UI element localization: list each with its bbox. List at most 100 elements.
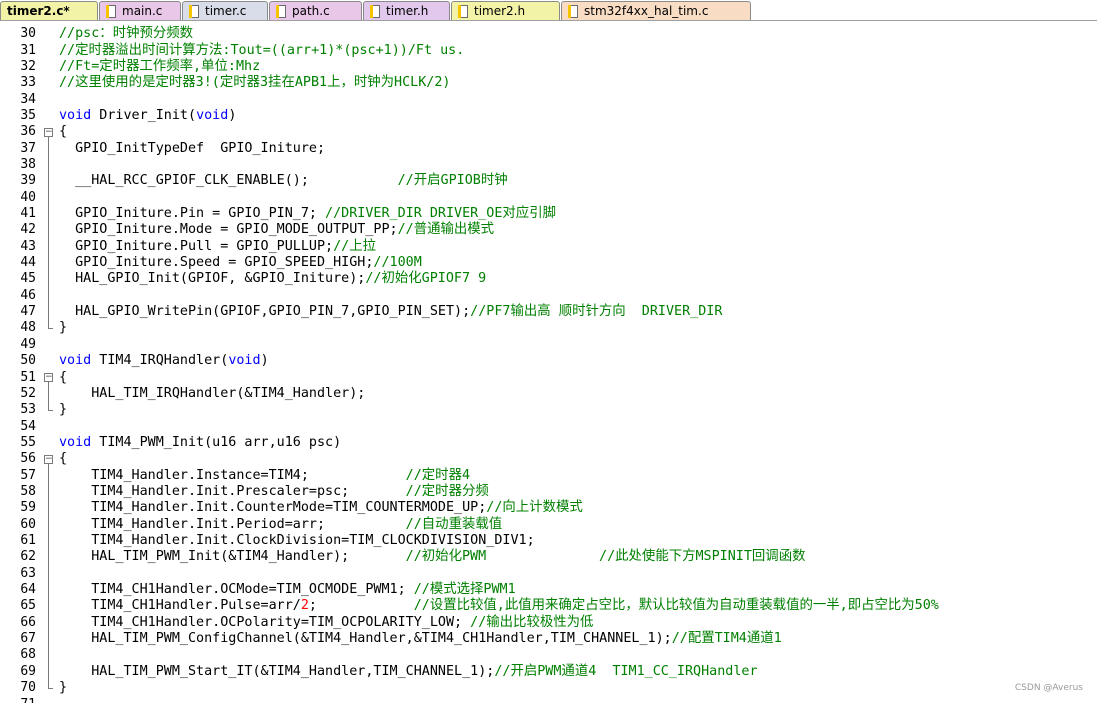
file-icon	[189, 4, 199, 18]
code-line[interactable]: 63	[0, 566, 1097, 582]
code-line[interactable]: 41 GPIO_Initure.Pin = GPIO_PIN_7; //DRIV…	[0, 206, 1097, 222]
code-line[interactable]: 33 //这里使用的是定时器3!(定时器3挂在APB1上，时钟为HCLK/2)	[0, 75, 1097, 91]
code-line[interactable]: 55 void TIM4_PWM_Init(u16 arr,u16 psc)	[0, 435, 1097, 451]
line-number: 57	[20, 467, 36, 483]
comment-token: //配置TIM4通道1	[671, 631, 782, 647]
code-line[interactable]: 66 TIM4_CH1Handler.OCPolarity=TIM_OCPOLA…	[0, 615, 1097, 631]
tab-label: timer.c	[205, 4, 247, 18]
line-number: 60	[20, 516, 36, 532]
code-line[interactable]: 61 TIM4_Handler.Init.ClockDivision=TIM_C…	[0, 533, 1097, 549]
code-editor[interactable]: 30 //psc：时钟预分频数 31 //定时器溢出时间计算方法:Tout=((arr…	[0, 21, 1097, 703]
code-token: {	[59, 369, 68, 385]
code-token: }	[59, 320, 68, 336]
fold-guide-line	[48, 463, 49, 688]
tab-timer2-c[interactable]: timer2.c*	[0, 1, 98, 20]
code-text: TIM4_Handler.Instance=TIM4; //定时器4	[59, 468, 470, 484]
code-text: GPIO_Initure.Pin = GPIO_PIN_7; //DRIVER_…	[59, 206, 556, 222]
code-line[interactable]: 62 HAL_TIM_PWM_Init(&TIM4_Handler); //初始…	[0, 549, 1097, 565]
code-line[interactable]: 34	[0, 91, 1097, 107]
line-number: 54	[20, 418, 36, 434]
keyword-token: void	[196, 107, 229, 123]
tab-stm32f4xx-hal-tim-c[interactable]: stm32f4xx_hal_tim.c	[561, 1, 751, 20]
line-number: 66	[20, 614, 36, 630]
line-number: 39	[20, 173, 36, 189]
code-line[interactable]: 44 GPIO_Initure.Speed = GPIO_SPEED_HIGH;…	[0, 255, 1097, 271]
code-line[interactable]: 49	[0, 337, 1097, 353]
tab-label: path.c	[292, 4, 330, 18]
code-line[interactable]: 56−{	[0, 451, 1097, 467]
line-number: 44	[20, 255, 36, 271]
code-line[interactable]: 45 HAL_GPIO_Init(GPIOF, &GPIO_Initure);/…	[0, 271, 1097, 287]
comment-token: //100M	[373, 255, 422, 271]
code-text: }	[59, 402, 67, 418]
code-line[interactable]: 60 TIM4_Handler.Init.Period=arr; //自动重装载…	[0, 517, 1097, 533]
code-line[interactable]: 54	[0, 418, 1097, 434]
code-token: HAL_TIM_PWM_Init(&TIM4_Handler);	[59, 549, 406, 565]
file-icon	[106, 4, 116, 18]
line-number: 65	[20, 598, 36, 614]
code-line[interactable]: 48}	[0, 320, 1097, 336]
line-number: 48	[20, 320, 36, 336]
code-line[interactable]: 57 TIM4_Handler.Instance=TIM4; //定时器4	[0, 467, 1097, 483]
code-line[interactable]: 70}	[0, 680, 1097, 696]
code-line[interactable]: 46	[0, 288, 1097, 304]
code-line[interactable]: 68	[0, 647, 1097, 663]
comment-token: //psc：时钟预分频数	[59, 26, 194, 42]
line-number: 68	[20, 647, 36, 663]
code-line[interactable]: 58 TIM4_Handler.Init.Prescaler=psc; //定时…	[0, 484, 1097, 500]
code-line[interactable]: 50 void TIM4_IRQHandler(void)	[0, 353, 1097, 369]
code-line[interactable]: 35 void Driver_Init(void)	[0, 108, 1097, 124]
code-line[interactable]: 43 GPIO_Initure.Pull = GPIO_PULLUP;//上拉	[0, 239, 1097, 255]
comment-token: //初始化GPIOF7 9	[365, 271, 487, 287]
code-line[interactable]: 47 HAL_GPIO_WritePin(GPIOF,GPIO_PIN_7,GP…	[0, 304, 1097, 320]
code-line[interactable]: 40	[0, 190, 1097, 206]
code-token: {	[59, 451, 68, 467]
code-line[interactable]: 53}	[0, 402, 1097, 418]
keyword-token: void	[228, 353, 261, 369]
code-line[interactable]: 31 //定时器溢出时间计算方法:Tout=((arr+1)*(psc+1))/F…	[0, 42, 1097, 58]
code-line[interactable]: 69 HAL_TIM_PWM_Start_IT(&TIM4_Handler,TI…	[0, 664, 1097, 680]
line-number: 53	[20, 402, 36, 418]
tab-path-c[interactable]: path.c	[269, 1, 362, 20]
code-line[interactable]: 37 GPIO_InitTypeDef GPIO_Initure;	[0, 140, 1097, 156]
code-line[interactable]: 64 TIM4_CH1Handler.OCMode=TIM_OCMODE_PWM…	[0, 582, 1097, 598]
tab-main-c[interactable]: main.c	[99, 1, 181, 20]
line-number: 43	[20, 238, 36, 254]
code-text: //定时器溢出时间计算方法:Tout=((arr+1)*(psc+1))/Ft …	[59, 43, 464, 59]
code-text: //这里使用的是定时器3!(定时器3挂在APB1上，时钟为HCLK/2)	[59, 75, 450, 91]
comment-token: //自动重装载值	[405, 516, 503, 532]
code-line[interactable]: 42 GPIO_Initure.Mode = GPIO_MODE_OUTPUT_…	[0, 222, 1097, 238]
line-number: 47	[20, 304, 36, 320]
code-line[interactable]: 59 TIM4_Handler.Init.CounterMode=TIM_COU…	[0, 500, 1097, 516]
code-line[interactable]: 36−{	[0, 124, 1097, 140]
code-token: HAL_TIM_PWM_ConfigChannel(&TIM4_Handler,…	[59, 631, 672, 647]
watermark: CSDN @Averus	[1014, 683, 1083, 693]
code-token: GPIO_Initure.Pull = GPIO_PULLUP;	[59, 238, 334, 254]
code-token: }	[59, 680, 68, 696]
code-text: {	[59, 370, 67, 386]
code-line[interactable]: 67 HAL_TIM_PWM_ConfigChannel(&TIM4_Handl…	[0, 631, 1097, 647]
code-token: TIM4_PWM_Init(u16 arr,u16 psc)	[91, 434, 342, 450]
tab-timer-c[interactable]: timer.c	[182, 1, 268, 20]
line-number: 51	[20, 369, 36, 385]
tab-timer2-h[interactable]: timer2.h	[451, 1, 560, 20]
tab-timer-h[interactable]: timer.h	[363, 1, 450, 20]
code-line[interactable]: 52 HAL_TIM_IRQHandler(&TIM4_Handler);	[0, 386, 1097, 402]
code-token: HAL_GPIO_WritePin(GPIOF,GPIO_PIN_7,GPIO_…	[59, 304, 471, 320]
code-line[interactable]: 71	[0, 696, 1097, 703]
file-icon	[458, 4, 468, 18]
keyword-token: void	[59, 107, 92, 123]
code-line[interactable]: 38	[0, 157, 1097, 173]
code-line[interactable]: 32 //Ft=定时器工作频率,单位:Mhz	[0, 59, 1097, 75]
tab-label: timer.h	[386, 4, 429, 18]
comment-token: //定时器分频	[405, 483, 489, 499]
code-token: TIM4_Handler.Init.Period=arr;	[59, 516, 406, 532]
code-line[interactable]: 51−{	[0, 369, 1097, 385]
code-line[interactable]: 39 __HAL_RCC_GPIOF_CLK_ENABLE(); //开启GPI…	[0, 173, 1097, 189]
line-number: 64	[20, 582, 36, 598]
code-line[interactable]: 65 TIM4_CH1Handler.Pulse=arr/2; //设置比较值,…	[0, 598, 1097, 614]
line-number: 52	[20, 385, 36, 401]
code-line[interactable]: 30 //psc：时钟预分频数	[0, 26, 1097, 42]
line-number: 42	[20, 222, 36, 238]
code-text: TIM4_CH1Handler.Pulse=arr/2; //设置比较值,此值用…	[59, 598, 939, 614]
